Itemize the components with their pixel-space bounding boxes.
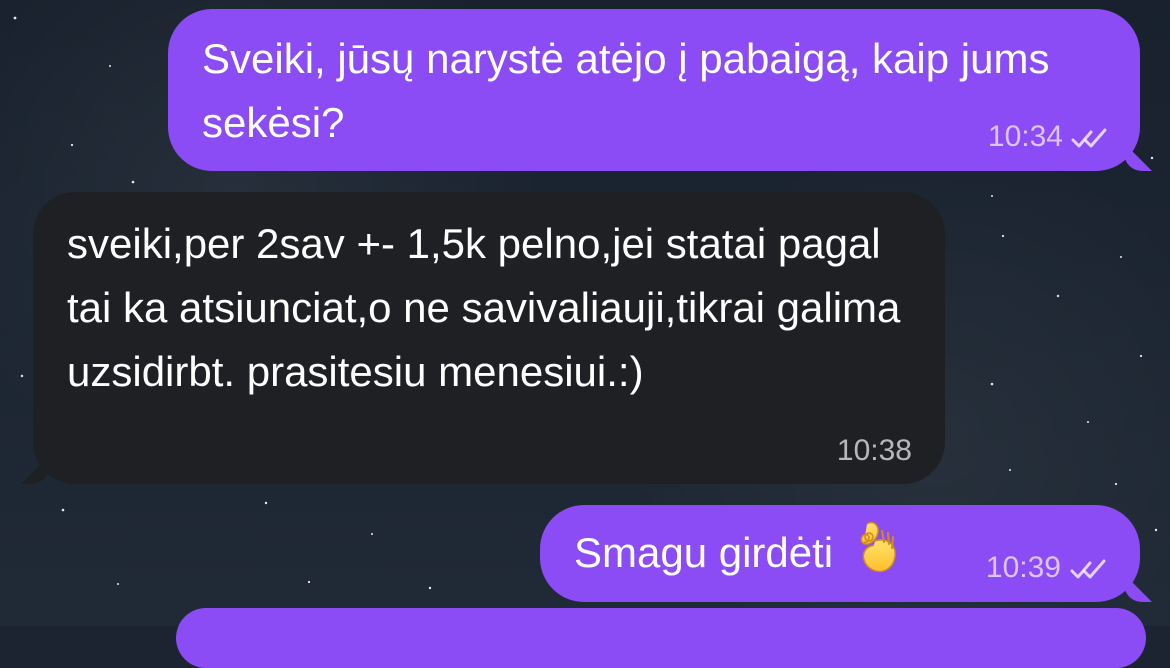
message-time: 10:34 xyxy=(987,120,1063,153)
read-checkmarks-icon xyxy=(1071,128,1107,148)
message-text: sveiki,per 2sav +- 1,5k pelno,jei statai… xyxy=(67,220,901,395)
message-time: 10:39 xyxy=(985,551,1061,584)
message-bubble-outgoing-1[interactable]: Sveiki, jūsų narystė atėjo į pabaigą, ka… xyxy=(168,9,1140,171)
partially-visible-message-bubble xyxy=(176,608,1146,668)
message-text: Smagu girdėti xyxy=(574,529,834,576)
message-text: Sveiki, jūsų narystė atėjo į pabaigą, ka… xyxy=(202,35,1050,146)
message-bubble-incoming-1[interactable]: sveiki,per 2sav +- 1,5k pelno,jei statai… xyxy=(33,192,945,484)
message-bubble-outgoing-2[interactable]: Smagu girdėti 10:39 xyxy=(540,505,1140,602)
message-time: 10:38 xyxy=(836,434,912,467)
ok-hand-icon xyxy=(860,521,896,573)
read-checkmarks-icon xyxy=(1070,559,1106,579)
